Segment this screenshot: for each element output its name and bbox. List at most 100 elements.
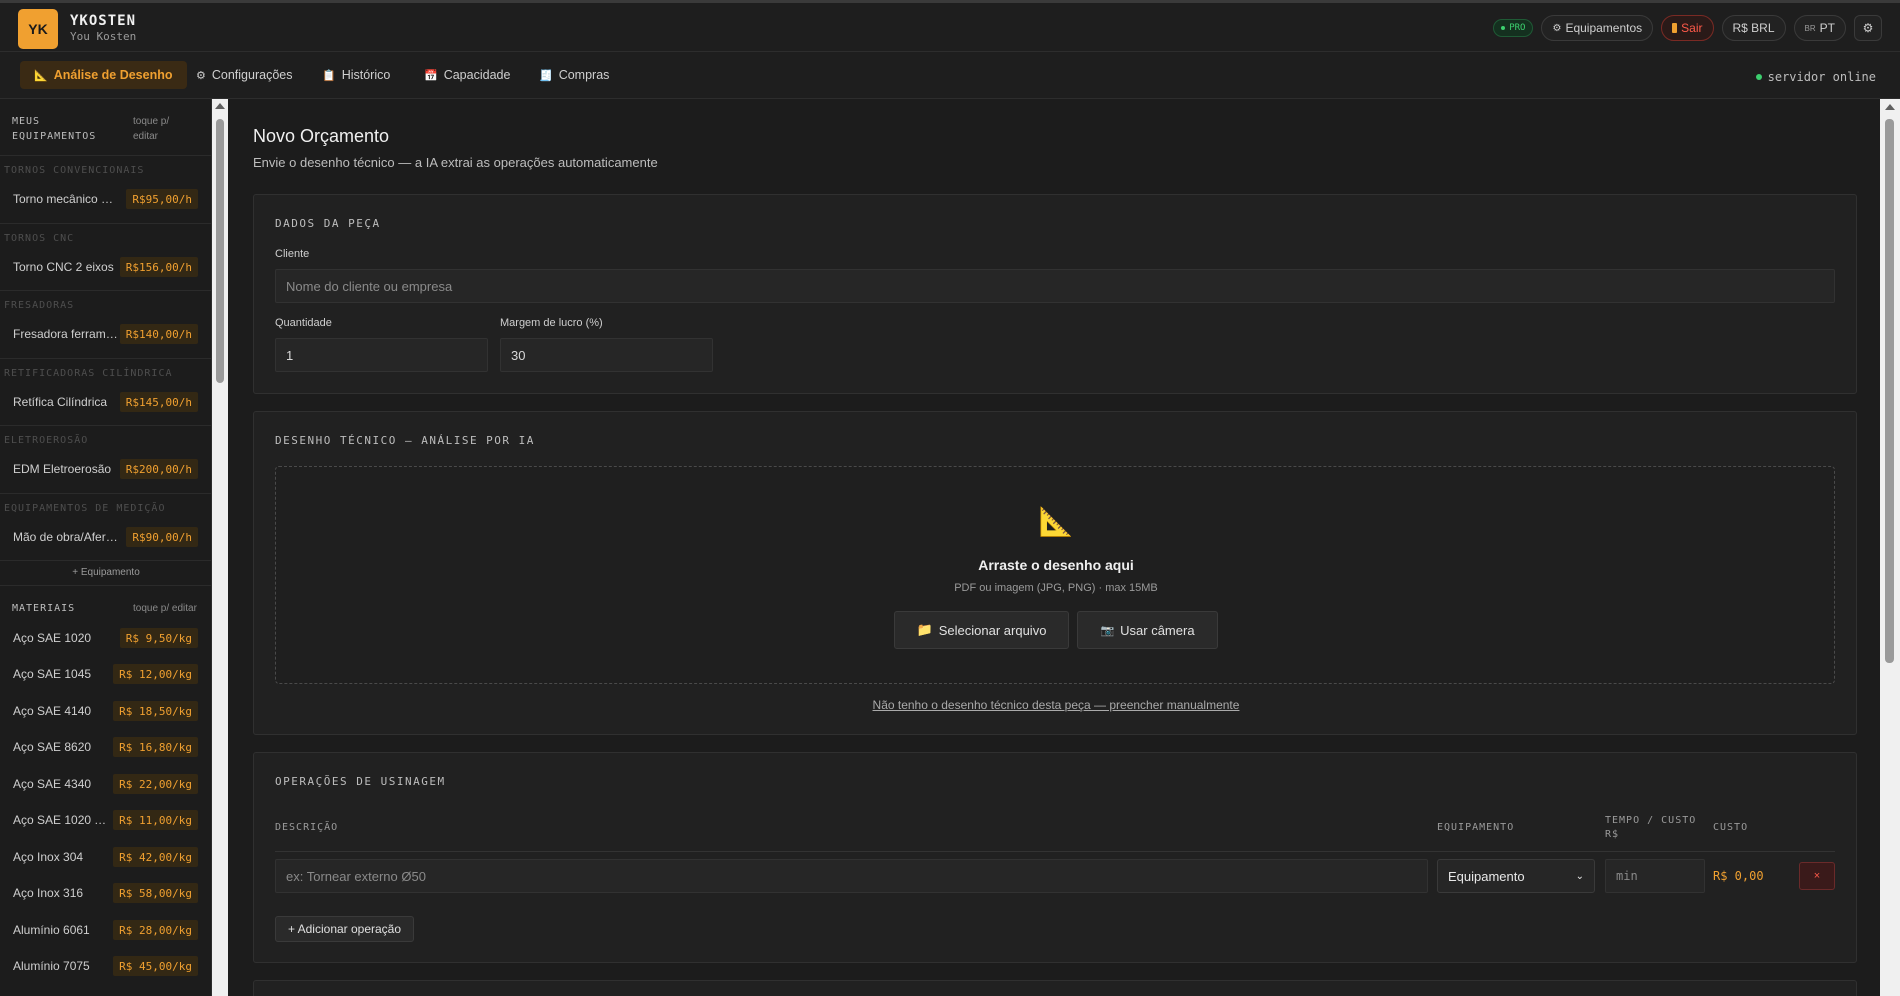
- triangle-ruler-icon: 📐: [34, 69, 48, 82]
- select-file-button[interactable]: 📁 Selecionar arquivo: [894, 611, 1069, 649]
- tab-label: Análise de Desenho: [53, 68, 173, 82]
- tab-analise-desenho[interactable]: 📐 Análise de Desenho: [20, 61, 187, 89]
- material-item[interactable]: Aço SAE 1020 R$ 9,50/kg: [0, 623, 211, 653]
- material-item[interactable]: Aço SAE 8620 R$ 16,80/kg: [0, 732, 211, 762]
- header-actions: PRO ⚙ Equipamentos Sair R$ BRL BR PT ⚙: [1493, 15, 1882, 41]
- equipment-hint-line: toque p/: [133, 116, 170, 127]
- material-price: R$ 22,00/kg: [113, 774, 198, 794]
- materials-hint: toque p/ editar: [133, 603, 197, 614]
- delete-operation-button[interactable]: ×: [1799, 862, 1835, 890]
- equipment-select-value: Equipamento: [1448, 868, 1525, 884]
- main-scrollbar[interactable]: [1880, 99, 1900, 996]
- equipment-item[interactable]: EDM Eletroerosão R$200,00/h: [0, 451, 211, 487]
- sidebar-scroll-thumb[interactable]: [216, 119, 224, 383]
- material-item[interactable]: Alumínio 6061 R$ 28,00/kg: [0, 915, 211, 945]
- client-input[interactable]: Nome do cliente ou empresa: [275, 269, 1835, 303]
- material-item[interactable]: Aço SAE 1020 Trefilado R$ 11,00/kg: [0, 805, 211, 835]
- material-name: Alumínio 7075: [13, 959, 90, 973]
- online-dot-icon: [1755, 74, 1762, 80]
- material-name: Aço SAE 4140: [13, 704, 92, 718]
- equipment-item[interactable]: Fresadora ferramenteira R$140,00/h: [0, 316, 211, 352]
- material-price: R$ 18,50/kg: [113, 701, 198, 721]
- column-description: DESCRIÇÃO: [275, 822, 339, 833]
- server-status-label: servidor online: [1767, 70, 1876, 84]
- sidebar-scrollbar[interactable]: [212, 99, 228, 996]
- material-item[interactable]: Aço Inox 316 R$ 58,00/kg: [0, 878, 211, 908]
- equipment-name: Fresadora ferramenteira: [13, 327, 118, 341]
- time-input[interactable]: min: [1605, 859, 1705, 893]
- material-name: Aço SAE 8620: [13, 740, 92, 754]
- client-label: Cliente: [275, 248, 310, 260]
- equipment-name: Torno mecânico universal: [13, 192, 118, 206]
- tab-configuracoes[interactable]: ⚙ Configurações: [182, 61, 306, 89]
- equipamentos-button[interactable]: ⚙ Equipamentos: [1541, 15, 1654, 41]
- equipment-item[interactable]: Torno CNC 2 eixos R$156,00/h: [0, 249, 211, 285]
- currency-button[interactable]: R$ BRL: [1721, 15, 1786, 41]
- operation-description-input[interactable]: ex: Tornear externo Ø50: [275, 859, 1428, 893]
- tab-label: Compras: [558, 68, 610, 82]
- drawing-dropzone[interactable]: 📐 Arraste o desenho aqui PDF ou imagem (…: [275, 466, 1835, 684]
- pro-badge: PRO: [1493, 19, 1534, 37]
- flag-icon: BR: [1804, 23, 1816, 33]
- next-card: [253, 980, 1857, 996]
- part-data-card: DADOS DA PEÇA Cliente Nome do cliente ou…: [253, 194, 1857, 394]
- material-item[interactable]: Aço SAE 1045 R$ 12,00/kg: [0, 659, 211, 689]
- equipment-select[interactable]: Equipamento ⌄: [1437, 859, 1595, 893]
- settings-button[interactable]: ⚙: [1854, 15, 1882, 41]
- equipment-item[interactable]: Mão de obra/Aferição R$90,00/h: [0, 519, 211, 555]
- material-item[interactable]: Aço SAE 4340 R$ 22,00/kg: [0, 769, 211, 799]
- quantity-input[interactable]: 1: [275, 338, 488, 372]
- page-subtitle: Envie o desenho técnico — a IA extrai as…: [253, 155, 658, 170]
- main-content: Novo Orçamento Envie o desenho técnico —…: [228, 99, 1880, 996]
- material-item[interactable]: Alumínio 7075 R$ 45,00/kg: [0, 951, 211, 981]
- use-camera-button[interactable]: 📷 Usar câmera: [1077, 611, 1218, 649]
- scroll-up-icon[interactable]: [1885, 104, 1895, 110]
- divider: [0, 560, 211, 561]
- material-price: R$ 11,00/kg: [113, 810, 198, 830]
- main-scroll-thumb[interactable]: [1885, 119, 1894, 663]
- section-title: DADOS DA PEÇA: [275, 217, 381, 230]
- material-price: R$ 28,00/kg: [113, 920, 198, 940]
- tab-label: Capacidade: [443, 68, 511, 82]
- pro-badge-label: PRO: [1509, 23, 1526, 33]
- add-equipment-button[interactable]: + Equipamento: [0, 567, 211, 578]
- equipment-rate: R$200,00/h: [119, 459, 198, 479]
- sidebar: MEUS EQUIPAMENTOS toque p/ editar TORNOS…: [0, 99, 212, 996]
- tab-historico[interactable]: 📋 Histórico: [308, 61, 404, 89]
- main-nav: 📐 Análise de Desenho ⚙ Configurações 📋 H…: [0, 52, 1900, 99]
- margin-input[interactable]: 30: [500, 338, 713, 372]
- brand-subtitle: You Kosten: [70, 30, 137, 43]
- door-icon: [1672, 23, 1678, 33]
- material-item[interactable]: Aço SAE 4140 R$ 18,50/kg: [0, 696, 211, 726]
- material-name: Aço SAE 4340: [13, 777, 92, 791]
- operations-card: OPERAÇÕES DE USINAGEM DESCRIÇÃO EQUIPAME…: [253, 752, 1857, 963]
- receipt-icon: 🧾: [539, 69, 553, 82]
- column-equipment: EQUIPAMENTO: [1437, 822, 1515, 833]
- manual-fill-link[interactable]: Não tenho o desenho técnico desta peça —…: [254, 698, 1858, 712]
- logout-button[interactable]: Sair: [1661, 15, 1714, 41]
- scroll-up-icon[interactable]: [215, 103, 225, 109]
- page-title: Novo Orçamento: [253, 126, 390, 146]
- column-time-line: R$: [1605, 829, 1620, 840]
- category-label: TORNOS CNC: [4, 233, 75, 244]
- divider: [0, 155, 211, 156]
- equipment-item[interactable]: Torno mecânico universal R$95,00/h: [0, 181, 211, 217]
- equipment-item[interactable]: Retífica Cilíndrica R$145,00/h: [0, 384, 211, 420]
- material-item[interactable]: Aço Inox 304 R$ 42,00/kg: [0, 842, 211, 872]
- equipment-rate: R$156,00/h: [119, 257, 198, 277]
- divider: [0, 290, 211, 291]
- quantity-label: Quantidade: [275, 317, 332, 329]
- equipment-name: Mão de obra/Aferição: [13, 530, 118, 544]
- language-button[interactable]: BR PT: [1793, 15, 1846, 41]
- select-file-label: Selecionar arquivo: [938, 622, 1047, 638]
- equipment-hint: toque p/ editar: [133, 114, 169, 144]
- material-price: R$ 12,00/kg: [113, 664, 198, 684]
- dropzone-hint: PDF ou imagem (JPG, PNG) · max 15MB: [954, 582, 1158, 594]
- column-cost: CUSTO: [1713, 822, 1749, 833]
- equipment-title: MEUS EQUIPAMENTOS: [12, 114, 96, 144]
- tab-label: Histórico: [341, 68, 391, 82]
- tab-compras[interactable]: 🧾 Compras: [525, 61, 623, 89]
- tab-capacidade[interactable]: 📅 Capacidade: [410, 61, 524, 89]
- brand-name: YKOSTEN: [70, 13, 137, 29]
- add-operation-button[interactable]: + Adicionar operação: [275, 916, 414, 942]
